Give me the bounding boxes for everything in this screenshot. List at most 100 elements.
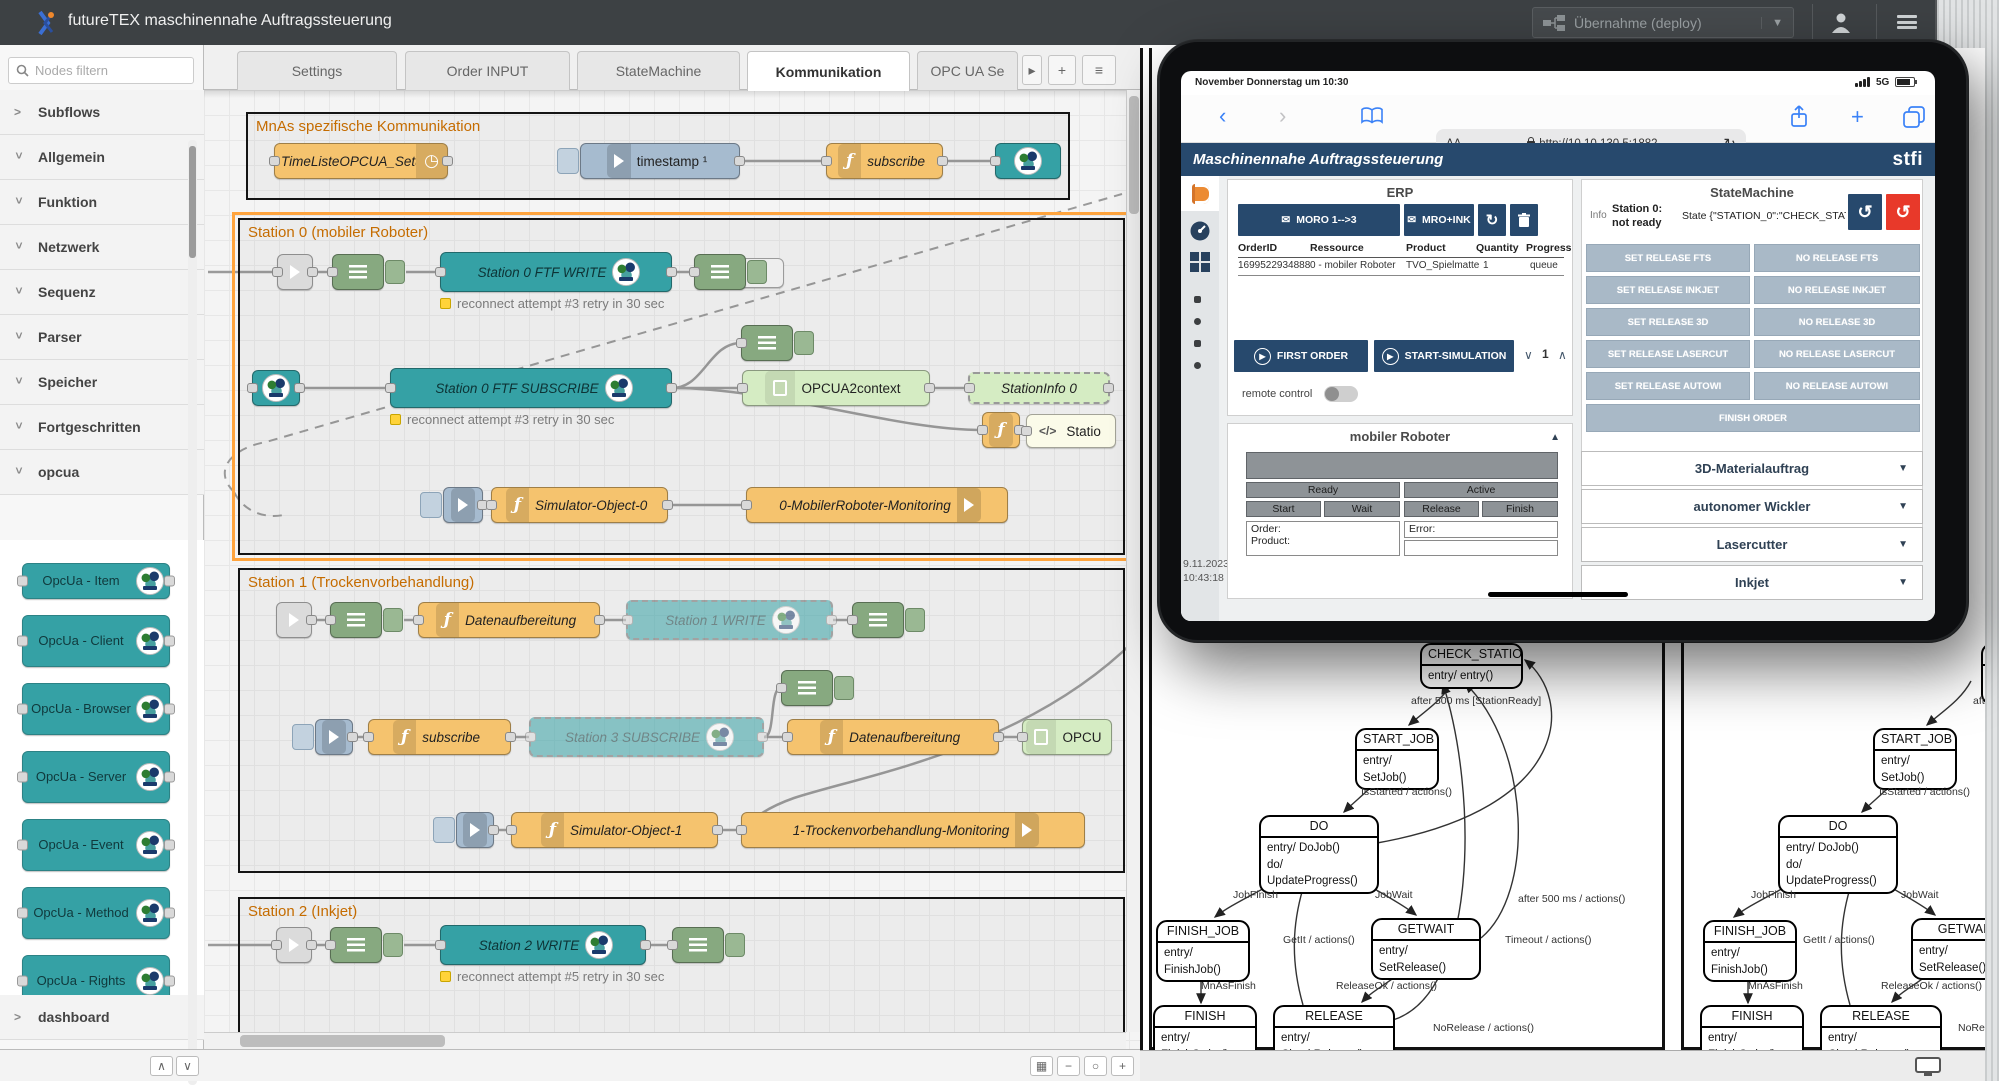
node-simulator-object-0[interactable]: ƒ Simulator-Object-0 (491, 487, 668, 523)
set-release-autowi-button[interactable]: SET RELEASE AUTOWI (1586, 372, 1750, 400)
zoom-out-button[interactable]: − (1057, 1056, 1080, 1076)
debug-toggle-button[interactable] (747, 260, 767, 284)
node-inject-timestamp[interactable]: timestamp ¹ (580, 143, 740, 179)
stepper-up-icon[interactable]: ∧ (1558, 348, 1567, 362)
no-release-inkjet-button[interactable]: NO RELEASE INKJET (1754, 276, 1920, 304)
no-release-lasercut-button[interactable]: NO RELEASE LASERCUT (1754, 340, 1920, 368)
set-release-fts-button[interactable]: SET RELEASE FTS (1586, 244, 1750, 272)
no-release-fts-button[interactable]: NO RELEASE FTS (1754, 244, 1920, 272)
debug-toggle-button[interactable] (794, 331, 814, 355)
node-inject[interactable] (315, 719, 353, 755)
node-link-in[interactable] (276, 927, 312, 963)
palette-category-opcua[interactable]: >opcua (0, 450, 204, 495)
nav-dot-icon[interactable] (1194, 340, 1201, 347)
tab-scroll-right-button[interactable]: ▸ (1022, 55, 1042, 85)
inject-button[interactable] (420, 492, 442, 518)
home-indicator[interactable] (1488, 592, 1628, 597)
deploy-button[interactable]: Übernahme (deploy) ▼ (1532, 7, 1794, 38)
collapse-caret-icon[interactable]: ▲ (1550, 432, 1560, 443)
palette-node-opcua-browser[interactable]: OpcUa - Browser (22, 683, 170, 735)
set-release-lasercut-button[interactable]: SET RELEASE LASERCUT (1586, 340, 1750, 368)
finish-order-button[interactable]: FINISH ORDER (1586, 404, 1920, 432)
palette-node-opcua-server[interactable]: OpcUa - Server (22, 751, 170, 803)
node-debug[interactable] (741, 325, 793, 361)
refresh-button[interactable]: ↻ (1478, 204, 1506, 236)
grid-icon[interactable] (1190, 252, 1210, 272)
set-release-3d-button[interactable]: SET RELEASE 3D (1586, 308, 1750, 336)
node-simulator-object-1[interactable]: ƒ Simulator-Object-1 (511, 812, 718, 848)
new-tab-icon[interactable]: + (1851, 104, 1864, 130)
no-release-3d-button[interactable]: NO RELEASE 3D (1754, 308, 1920, 336)
node-debug[interactable] (781, 670, 833, 706)
node-inject[interactable] (443, 487, 483, 523)
bookmarks-icon[interactable] (1361, 107, 1383, 125)
tabs-icon[interactable] (1903, 106, 1925, 128)
node-trockenvorbehandlung-monitoring[interactable]: 1-Trockenvorbehandlung-Monitoring (741, 812, 1085, 848)
debug-toggle-button[interactable] (383, 608, 403, 632)
nav-dot-icon[interactable] (1194, 318, 1201, 325)
nav-dot-icon[interactable] (1194, 362, 1201, 369)
node-link-in[interactable] (276, 602, 312, 638)
accordion-3d-materialauftrag[interactable]: 3D-Materialauftrag▼ (1581, 451, 1923, 486)
palette-node-opcua-client[interactable]: OpcUa - Client (22, 615, 170, 667)
debug-toggle-button[interactable] (383, 933, 403, 957)
tab-kommunikation[interactable]: Kommunikation (747, 51, 910, 91)
moro-button[interactable]: ✉MORO 1-->3 (1238, 204, 1400, 236)
debug-toggle-button[interactable] (385, 260, 405, 284)
node-datenaufbereitung-1[interactable]: ƒ Datenaufbereitung (418, 602, 600, 638)
inject-button[interactable] (557, 148, 579, 174)
node-mobilerroboter-monitoring[interactable]: 0-MobilerRoboter-Monitoring (746, 487, 1008, 523)
node-opcua-client[interactable] (995, 143, 1061, 179)
palette-category-subflows[interactable]: >Subflows (0, 90, 204, 135)
node-inject[interactable] (456, 812, 494, 848)
node-station1-write[interactable]: Station 1 WRITE (626, 600, 833, 640)
palette-expand-button[interactable]: ∨ (176, 1056, 199, 1076)
node-station0-ftf-write[interactable]: Station 0 FTF WRITE (440, 252, 672, 292)
node-timeliste-opcua-setup[interactable]: TimeListeOPCUA_Setup ◷ (274, 143, 448, 179)
node-template-station[interactable]: </> Statio (1026, 414, 1116, 448)
flow-list-button[interactable]: ≡ (1082, 55, 1116, 85)
add-flow-button[interactable]: + (1048, 55, 1076, 85)
share-icon[interactable] (1789, 105, 1809, 129)
deploy-caret-icon[interactable]: ▼ (1761, 17, 1783, 29)
tab-opc-ua[interactable]: OPC UA Se (917, 51, 1018, 90)
order-table-row[interactable]: 1699522934888 0 - mobiler Roboter TVO_Sp… (1238, 260, 1564, 276)
node-debug[interactable] (330, 927, 382, 963)
canvas-horizontal-scrollbar[interactable] (204, 1032, 1126, 1049)
accordion-inkjet[interactable]: Inkjet▼ (1581, 565, 1923, 600)
node-function[interactable]: ƒ (982, 412, 1020, 448)
node-debug[interactable] (694, 254, 746, 290)
stepper-down-icon[interactable]: ∨ (1524, 348, 1533, 362)
user-button[interactable] (1822, 8, 1860, 36)
display-icon[interactable] (1915, 1057, 1941, 1077)
remote-control-toggle[interactable] (1324, 386, 1358, 402)
node-debug[interactable] (330, 602, 382, 638)
start-simulation-button[interactable]: ▶START-SIMULATION (1374, 340, 1514, 372)
tab-order-input[interactable]: Order INPUT (405, 51, 570, 90)
inject-button[interactable] (433, 817, 455, 843)
palette-category-netzwerk[interactable]: >Netzwerk (0, 225, 204, 270)
tab-settings[interactable]: Settings (237, 51, 397, 90)
palette-category-funktion[interactable]: >Funktion (0, 180, 204, 225)
node-subscribe[interactable]: ƒ subscribe (826, 143, 943, 179)
nav-dot-icon[interactable] (1194, 296, 1201, 303)
forward-button[interactable]: › (1279, 103, 1286, 129)
palette-category-sequenz[interactable]: >Sequenz (0, 270, 204, 315)
group-station2[interactable]: Station 2 (Inkjet) (238, 897, 1125, 1050)
palette-category-allgemein[interactable]: >Allgemein (0, 135, 204, 180)
canvas-vertical-scrollbar[interactable] (1126, 90, 1140, 1032)
navigator-button[interactable]: ▦ (1030, 1056, 1053, 1076)
node-link-in[interactable] (277, 254, 313, 290)
debug-toggle-button[interactable] (834, 676, 854, 700)
node-datenaufbereitung-2[interactable]: ƒ Datenaufbereitung (787, 719, 999, 755)
palette-search-input[interactable]: Nodes filtern (8, 57, 194, 84)
debug-toggle-button[interactable] (905, 608, 925, 632)
set-release-inkjet-button[interactable]: SET RELEASE INKJET (1586, 276, 1750, 304)
tab-statemachine[interactable]: StateMachine (577, 51, 740, 90)
palette-category-parser[interactable]: >Parser (0, 315, 204, 360)
mro-ink-button[interactable]: ✉MRO+INK (1404, 204, 1474, 236)
node-debug[interactable] (332, 254, 384, 290)
node-opcua2context[interactable]: OPCUA2context (742, 370, 930, 406)
node-debug[interactable] (672, 927, 724, 963)
node-station3-subscribe[interactable]: Station 3 SUBSCRIBE (529, 717, 764, 757)
